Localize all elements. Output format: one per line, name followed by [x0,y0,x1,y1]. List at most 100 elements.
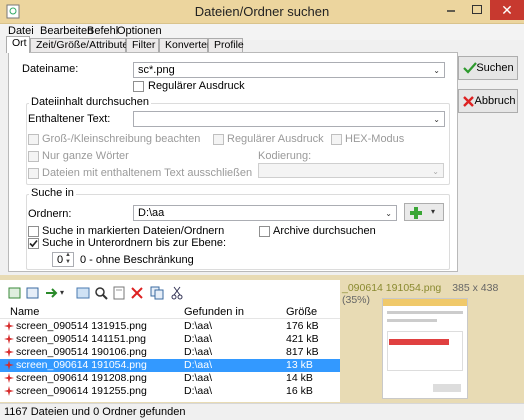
whole-words-label: Nur ganze Wörter [42,150,129,162]
table-row[interactable]: screen_090614 191255.png D:\aa\ 16 kB [0,385,340,398]
x-icon [463,96,474,107]
view-icon[interactable] [76,286,90,300]
cell-name: screen_090514 190106.png [16,346,147,358]
case-checkbox[interactable] [28,134,39,145]
tab-zeit-groesse-attribute[interactable]: Zeit/Größe/Attribute [30,38,128,52]
add-folder-button[interactable]: ▾ [404,203,444,221]
archives-label: Archive durchsuchen [273,225,376,237]
cell-size: 13 kB [286,359,313,371]
cell-name: screen_090514 141151.png [16,333,147,345]
col-name[interactable]: Name [10,306,39,318]
cell-name: screen_090614 191054.png [16,359,147,371]
col-size[interactable]: Größe [286,306,317,318]
find-icon[interactable] [94,286,108,300]
check-icon [463,62,477,74]
menu-bearbeiten[interactable]: Bearbeiten [40,25,93,37]
chevron-down-icon[interactable]: ⌄ [385,207,392,221]
chevron-down-icon[interactable]: ▾ [60,288,64,297]
regex2-checkbox[interactable] [213,134,224,145]
tab-konverter[interactable]: Konverter [159,38,211,52]
content-label: Enthaltener Text: [28,113,111,125]
cut-icon[interactable] [170,286,184,300]
col-found-in[interactable]: Gefunden in [184,306,244,318]
delete-icon[interactable] [130,286,144,300]
file-icon [4,321,14,331]
content-input[interactable]: ⌄ [133,111,445,127]
file-icon [4,347,14,357]
cell-name: screen_090614 191208.png [16,372,147,384]
feed-to-listbox-icon[interactable] [8,286,22,300]
results-toolbar: ▾ [0,282,340,304]
checkmark-icon [29,239,38,248]
folders-label: Ordnern: [28,208,72,220]
chevron-down-icon: ⌄ [432,167,439,176]
plus-icon [410,207,422,219]
cell-folder: D:\aa\ [184,320,213,332]
cell-folder: D:\aa\ [184,346,213,358]
case-label: Groß-/Kleinschreibung beachten [42,133,201,145]
cancel-button[interactable]: Abbruch [458,89,518,113]
cell-size: 817 kB [286,346,319,358]
tab-ort[interactable]: Ort [6,36,30,53]
close-icon: ✕ [501,2,513,18]
results-list: screen_090514 131915.png D:\aa\ 176 kB scre… [0,320,340,402]
chevron-down-icon[interactable]: ⌄ [433,64,440,78]
go-to-file-icon[interactable] [44,286,58,300]
search-button[interactable]: Suchen [458,56,518,80]
preview-filename: _090614 191054.png [342,282,442,294]
file-icon [4,334,14,344]
filename-value: sc*.png [138,64,175,76]
chevron-down-icon: ▾ [431,207,436,216]
regex2-label: Regulärer Ausdruck [227,133,324,145]
folders-input[interactable]: D:\aa ⌄ [133,205,397,221]
cell-folder: D:\aa\ [184,359,213,371]
feed-to-panel-icon[interactable] [26,286,40,300]
hex-label: HEX-Modus [345,133,405,145]
depth-spin-arrows[interactable]: ▲ ▼ [62,252,74,267]
cell-folder: D:\aa\ [184,333,213,345]
encoding-select[interactable]: ⌄ [258,163,444,178]
cell-folder: D:\aa\ [184,385,213,397]
chevron-down-icon[interactable]: ⌄ [433,113,440,127]
whole-words-checkbox[interactable] [28,151,39,162]
filename-input[interactable]: sc*.png ⌄ [133,62,445,78]
preview-image [382,298,468,399]
cell-size: 14 kB [286,372,313,384]
copy-icon[interactable] [150,286,164,300]
status-text: 1167 Dateien und 0 Ordner gefunden [4,406,186,418]
file-icon [4,373,14,383]
cell-size: 16 kB [286,385,313,397]
table-row[interactable]: screen_090614 191208.png D:\aa\ 14 kB [0,372,340,385]
results-header: Name Gefunden in Größe [0,305,340,319]
marked-checkbox[interactable] [28,226,39,237]
table-row[interactable]: screen_090514 190106.png D:\aa\ 817 kB [0,346,340,359]
subfolders-checkbox[interactable] [28,238,39,249]
tab-profile[interactable]: Profile [208,38,244,52]
close-button[interactable]: ✕ [490,0,524,20]
status-bar: 1167 Dateien und 0 Ordner gefunden [0,403,524,420]
menu-befehl[interactable]: Befehl [87,25,118,37]
filename-label: Dateiname: [22,63,79,75]
table-row[interactable]: screen_090514 141151.png D:\aa\ 421 kB [0,333,340,346]
cell-name: screen_090614 191255.png [16,385,147,397]
menu-optionen[interactable]: Optionen [117,25,162,37]
minimize-button[interactable] [438,0,464,20]
exclude-checkbox[interactable] [28,168,39,179]
cell-folder: D:\aa\ [184,372,213,384]
content-group-label: Dateiinhalt durchsuchen [29,96,152,108]
edit-icon[interactable] [112,286,126,300]
tab-filter[interactable]: Filter [126,38,159,52]
file-icon [4,386,14,396]
table-row[interactable]: screen_090614 191054.png D:\aa\ 13 kB [0,359,340,372]
table-row[interactable]: screen_090514 131915.png D:\aa\ 176 kB [0,320,340,333]
regex-label: Regulärer Ausdruck [148,80,245,92]
regex-checkbox[interactable] [133,81,144,92]
marked-label: Suche in markierten Dateien/Ordnern [42,225,225,237]
title-bar: Dateien/Ordner suchen ✕ [0,0,524,24]
hex-checkbox[interactable] [331,134,342,145]
archives-checkbox[interactable] [259,226,270,237]
maximize-button[interactable] [464,0,490,20]
encoding-label: Kodierung: [258,150,312,162]
exclude-label: Dateien mit enthaltenem Text ausschließe… [42,167,253,179]
cell-size: 176 kB [286,320,319,332]
